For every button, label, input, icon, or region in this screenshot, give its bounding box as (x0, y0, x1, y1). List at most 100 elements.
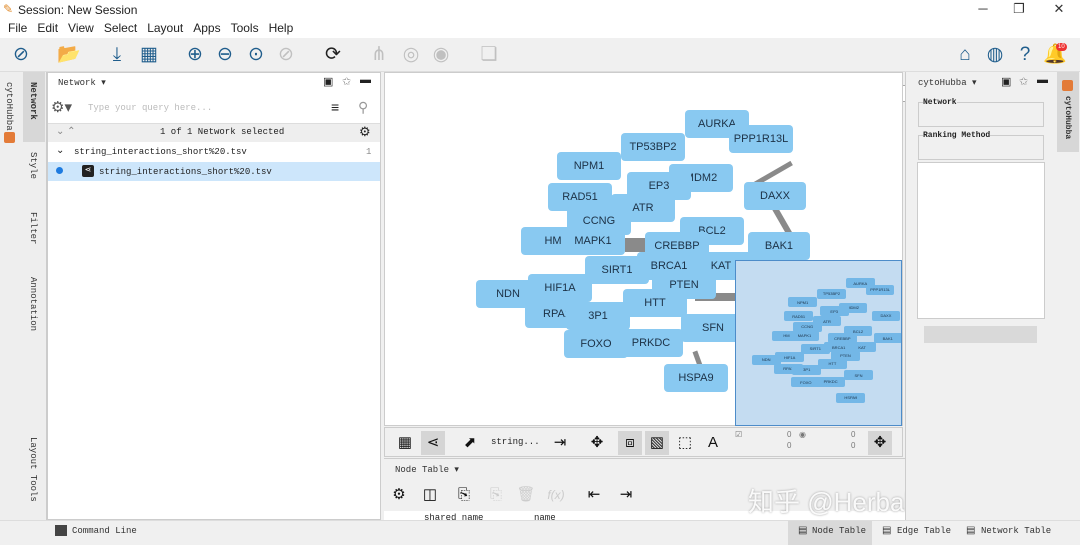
grid-view-icon[interactable]: ▦ (393, 431, 417, 455)
menu-file[interactable]: File (3, 18, 32, 38)
node-npm1[interactable]: NPM1 (557, 152, 621, 180)
home-icon[interactable]: ⌂ (952, 44, 978, 66)
tab-network-label: Network (28, 82, 38, 120)
window-title: Session: New Session (18, 3, 138, 17)
show-icon[interactable]: ◉ (428, 44, 454, 66)
import-table-icon[interactable]: ⇤ (582, 483, 606, 507)
cytohubba-icon (4, 132, 15, 143)
table-panel-title[interactable]: Node Table ▾ (395, 465, 459, 475)
minimize-button[interactable]: ─ (968, 1, 998, 16)
tab-layout-tools[interactable]: Layout Tools (28, 437, 38, 502)
node-bak1[interactable]: BAK1 (748, 232, 810, 260)
query-type-icon[interactable]: ⚙▾ (51, 98, 72, 116)
current-network-label[interactable]: string... (491, 437, 540, 447)
query-bar: ⚙▾ Type your query here... ≡ ⚲ (48, 94, 380, 124)
delete-column-icon[interactable]: 🗑 (514, 483, 538, 507)
cytoscape-logo-icon[interactable]: ⊘ (8, 44, 34, 66)
annotation-select-icon[interactable]: ⬚ (673, 431, 697, 455)
menu-apps[interactable]: Apps (188, 18, 225, 38)
command-line-button[interactable]: Command Line (72, 526, 137, 536)
network-row[interactable]: ⋖ string_interactions_short%20.tsv (48, 162, 380, 181)
menu-edit[interactable]: Edit (32, 18, 63, 38)
pin-icon[interactable]: ✩ (342, 75, 351, 88)
network-table-icon: ▤ (966, 526, 976, 537)
zoom-selected-icon[interactable]: ⊘ (273, 44, 299, 66)
node-3p1[interactable]: 3P1 (566, 302, 630, 330)
node-hspa9[interactable]: HSPA9 (664, 364, 728, 392)
cytohubba-panel-title[interactable]: cytoHubba ▾ (918, 78, 977, 88)
navigator-icon[interactable]: ✥ (868, 431, 892, 455)
network-overview[interactable]: AURKA PPP1R13L TP53BP2 NPM1 MDM2 EP3 RAD51 DAXX… (735, 260, 902, 426)
zoom-out-icon[interactable]: ⊖ (212, 44, 238, 66)
show-columns-icon[interactable]: ◫ (418, 483, 442, 507)
tab-network[interactable]: Network (23, 72, 45, 142)
close-button[interactable]: ✕ (1044, 1, 1074, 17)
node-hif1a[interactable]: HIF1A (528, 274, 592, 302)
float-panel-icon[interactable]: ▣ (323, 75, 333, 88)
new-network-icon[interactable]: ❏ (476, 44, 502, 66)
refresh-icon[interactable]: ⟳ (320, 44, 346, 66)
results-list[interactable] (917, 162, 1045, 319)
pin-icon[interactable]: ✩ (1019, 75, 1028, 88)
show-rank-button[interactable] (924, 326, 1037, 343)
tab-cytohubba[interactable]: cytoHubba (4, 82, 14, 131)
node-mapk1[interactable]: MAPK1 (561, 227, 625, 255)
overview-node: BAK1 (873, 333, 901, 344)
menu-select[interactable]: Select (99, 18, 142, 38)
network-panel-title[interactable]: Network ▾ (58, 78, 106, 88)
zoom-in-icon[interactable]: ⊕ (182, 44, 208, 66)
selected-icon: ☑ (735, 430, 743, 439)
menu-help[interactable]: Help (264, 18, 299, 38)
cytohubba-panel: cytoHubba ▾ ▣ ✩ ▬ Network Ranking Method (905, 72, 1055, 520)
node-htt[interactable]: HTT (623, 289, 687, 317)
edge[interactable] (625, 238, 647, 252)
network-table-tab[interactable]: Network Table (981, 526, 1051, 536)
tab-style[interactable]: Style (28, 152, 38, 179)
import-table-icon[interactable]: ▦ (136, 44, 162, 66)
float-panel-icon[interactable]: ▣ (1001, 75, 1011, 88)
link-table-icon[interactable]: ⎘ (452, 483, 476, 507)
menu-view[interactable]: View (63, 18, 99, 38)
node-daxx[interactable]: DAXX (744, 182, 806, 210)
tab-annotation[interactable]: Annotation (28, 277, 38, 331)
node-tp53bp2[interactable]: TP53BP2 (621, 133, 685, 161)
menu-layout[interactable]: Layout (142, 18, 188, 38)
overview-node: NPM1 (788, 297, 818, 308)
settings-gear-icon[interactable]: ⚙ (359, 124, 371, 140)
show-edges-icon[interactable]: ▧ (645, 431, 669, 455)
open-folder-icon[interactable]: 📂 (56, 44, 82, 66)
node-ppp1r13l[interactable]: PPP1R13L (729, 125, 793, 153)
zoom-fit-icon[interactable]: ⊙ (243, 44, 269, 66)
import-network-icon[interactable]: ⤓ (104, 44, 130, 66)
tab-filter[interactable]: Filter (28, 212, 38, 244)
export-icon[interactable]: ⇥ (548, 431, 572, 455)
query-input[interactable]: Type your query here... (88, 103, 212, 113)
node-prkdc[interactable]: PRKDC (619, 329, 683, 357)
fit-content-icon[interactable]: ✥ (585, 431, 609, 455)
detach-view-icon[interactable]: ⬈ (458, 431, 482, 455)
export-table-icon[interactable]: ⇥ (614, 483, 638, 507)
text-annotation-icon[interactable]: A (701, 431, 725, 455)
function-builder-icon[interactable]: f(x) (544, 483, 568, 507)
collection-count: 1 (366, 147, 372, 157)
edge-table-tab[interactable]: Edge Table (897, 526, 951, 536)
search-icon[interactable]: ⚲ (358, 99, 368, 116)
chevron-down-icon[interactable]: ⌄ (56, 145, 64, 156)
menu-tools[interactable]: Tools (226, 18, 264, 38)
table-settings-icon[interactable]: ⚙ (387, 483, 411, 507)
unlink-table-icon[interactable]: ⎘ (484, 483, 508, 507)
overview-node: HTT (818, 358, 847, 369)
maximize-button[interactable]: ❐ (1004, 1, 1034, 17)
query-options-icon[interactable]: ≡ (331, 99, 339, 115)
help-icon[interactable]: ? (1012, 44, 1038, 66)
first-neighbors-icon[interactable]: ⋔ (366, 44, 392, 66)
minimize-panel-icon[interactable]: ▬ (1037, 74, 1048, 86)
hide-icon[interactable]: ◎ (398, 44, 424, 66)
show-graphics-details-icon[interactable]: ⧈ (618, 431, 642, 455)
minimize-panel-icon[interactable]: ▬ (360, 74, 371, 86)
tab-cytohubba-right[interactable]: cytoHubba (1057, 72, 1079, 152)
collection-row[interactable]: ⌄ string_interactions_short%20.tsv 1 (48, 142, 380, 162)
globe-icon[interactable]: ◍ (982, 44, 1008, 66)
collapse-all-icon[interactable]: ⌄ ⌃ (56, 126, 76, 137)
network-view-icon[interactable]: ⋖ (421, 431, 445, 455)
